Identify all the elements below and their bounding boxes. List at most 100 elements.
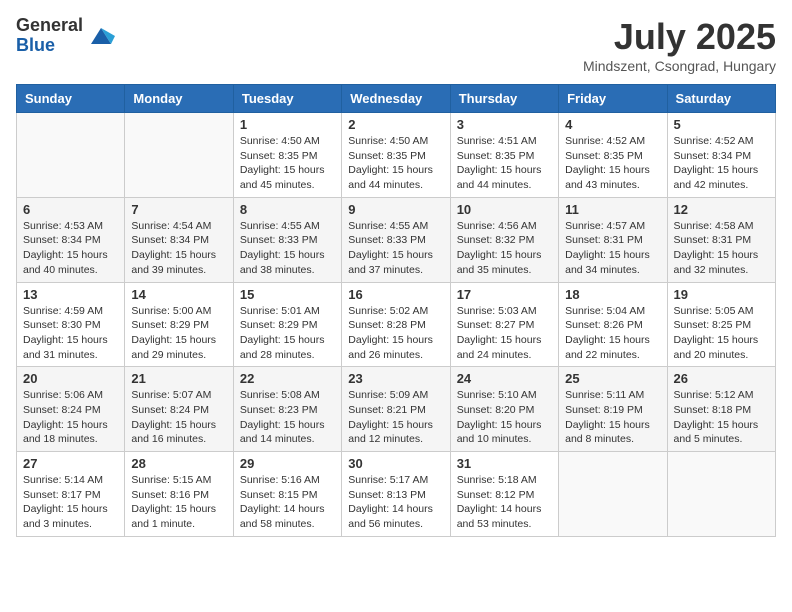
- sunrise-text: Sunrise: 5:03 AM: [457, 305, 537, 317]
- daylight-text: Daylight: 15 hours and 18 minutes.: [23, 419, 108, 446]
- calendar-cell: 28 Sunrise: 5:15 AM Sunset: 8:16 PM Dayl…: [125, 452, 233, 537]
- sunrise-text: Sunrise: 5:10 AM: [457, 389, 537, 401]
- page-header: General Blue July 2025 Mindszent, Csongr…: [16, 16, 776, 74]
- day-number: 30: [348, 456, 443, 471]
- day-number: 27: [23, 456, 118, 471]
- day-number: 12: [674, 202, 769, 217]
- day-info: Sunrise: 5:01 AM Sunset: 8:29 PM Dayligh…: [240, 304, 335, 363]
- sunset-text: Sunset: 8:35 PM: [240, 150, 318, 162]
- calendar-cell: 14 Sunrise: 5:00 AM Sunset: 8:29 PM Dayl…: [125, 282, 233, 367]
- day-info: Sunrise: 4:55 AM Sunset: 8:33 PM Dayligh…: [240, 219, 335, 278]
- day-number: 6: [23, 202, 118, 217]
- day-info: Sunrise: 5:11 AM Sunset: 8:19 PM Dayligh…: [565, 388, 660, 447]
- calendar-cell: 8 Sunrise: 4:55 AM Sunset: 8:33 PM Dayli…: [233, 197, 341, 282]
- day-info: Sunrise: 5:18 AM Sunset: 8:12 PM Dayligh…: [457, 473, 552, 532]
- calendar-cell: 25 Sunrise: 5:11 AM Sunset: 8:19 PM Dayl…: [559, 367, 667, 452]
- day-info: Sunrise: 5:10 AM Sunset: 8:20 PM Dayligh…: [457, 388, 552, 447]
- sunset-text: Sunset: 8:16 PM: [131, 489, 209, 501]
- day-number: 1: [240, 117, 335, 132]
- day-info: Sunrise: 4:57 AM Sunset: 8:31 PM Dayligh…: [565, 219, 660, 278]
- calendar-cell: 30 Sunrise: 5:17 AM Sunset: 8:13 PM Dayl…: [342, 452, 450, 537]
- sunrise-text: Sunrise: 5:14 AM: [23, 474, 103, 486]
- sunrise-text: Sunrise: 5:07 AM: [131, 389, 211, 401]
- calendar-cell: 24 Sunrise: 5:10 AM Sunset: 8:20 PM Dayl…: [450, 367, 558, 452]
- daylight-text: Daylight: 15 hours and 29 minutes.: [131, 334, 216, 361]
- calendar-cell: 18 Sunrise: 5:04 AM Sunset: 8:26 PM Dayl…: [559, 282, 667, 367]
- daylight-text: Daylight: 15 hours and 5 minutes.: [674, 419, 759, 446]
- day-info: Sunrise: 5:05 AM Sunset: 8:25 PM Dayligh…: [674, 304, 769, 363]
- sunrise-text: Sunrise: 4:50 AM: [240, 135, 320, 147]
- day-number: 29: [240, 456, 335, 471]
- day-number: 18: [565, 287, 660, 302]
- sunset-text: Sunset: 8:24 PM: [131, 404, 209, 416]
- calendar-cell: 4 Sunrise: 4:52 AM Sunset: 8:35 PM Dayli…: [559, 113, 667, 198]
- sunset-text: Sunset: 8:13 PM: [348, 489, 426, 501]
- sunrise-text: Sunrise: 5:05 AM: [674, 305, 754, 317]
- calendar-cell: 11 Sunrise: 4:57 AM Sunset: 8:31 PM Dayl…: [559, 197, 667, 282]
- calendar-cell: 19 Sunrise: 5:05 AM Sunset: 8:25 PM Dayl…: [667, 282, 775, 367]
- day-number: 10: [457, 202, 552, 217]
- day-number: 11: [565, 202, 660, 217]
- day-number: 17: [457, 287, 552, 302]
- day-number: 7: [131, 202, 226, 217]
- day-number: 4: [565, 117, 660, 132]
- daylight-text: Daylight: 15 hours and 1 minute.: [131, 503, 216, 530]
- calendar-cell: 23 Sunrise: 5:09 AM Sunset: 8:21 PM Dayl…: [342, 367, 450, 452]
- calendar-cell: [559, 452, 667, 537]
- daylight-text: Daylight: 15 hours and 12 minutes.: [348, 419, 433, 446]
- calendar-cell: 13 Sunrise: 4:59 AM Sunset: 8:30 PM Dayl…: [17, 282, 125, 367]
- sunset-text: Sunset: 8:24 PM: [23, 404, 101, 416]
- day-info: Sunrise: 5:07 AM Sunset: 8:24 PM Dayligh…: [131, 388, 226, 447]
- sunrise-text: Sunrise: 5:08 AM: [240, 389, 320, 401]
- day-header-tuesday: Tuesday: [233, 85, 341, 113]
- day-info: Sunrise: 4:52 AM Sunset: 8:35 PM Dayligh…: [565, 134, 660, 193]
- sunset-text: Sunset: 8:18 PM: [674, 404, 752, 416]
- day-info: Sunrise: 5:00 AM Sunset: 8:29 PM Dayligh…: [131, 304, 226, 363]
- calendar-cell: [125, 113, 233, 198]
- day-info: Sunrise: 4:50 AM Sunset: 8:35 PM Dayligh…: [348, 134, 443, 193]
- sunrise-text: Sunrise: 4:51 AM: [457, 135, 537, 147]
- sunrise-text: Sunrise: 4:52 AM: [674, 135, 754, 147]
- daylight-text: Daylight: 15 hours and 16 minutes.: [131, 419, 216, 446]
- sunrise-text: Sunrise: 5:17 AM: [348, 474, 428, 486]
- calendar-week-4: 20 Sunrise: 5:06 AM Sunset: 8:24 PM Dayl…: [17, 367, 776, 452]
- day-info: Sunrise: 5:03 AM Sunset: 8:27 PM Dayligh…: [457, 304, 552, 363]
- calendar-cell: 27 Sunrise: 5:14 AM Sunset: 8:17 PM Dayl…: [17, 452, 125, 537]
- calendar-week-5: 27 Sunrise: 5:14 AM Sunset: 8:17 PM Dayl…: [17, 452, 776, 537]
- sunset-text: Sunset: 8:34 PM: [674, 150, 752, 162]
- daylight-text: Daylight: 15 hours and 39 minutes.: [131, 249, 216, 276]
- daylight-text: Daylight: 14 hours and 56 minutes.: [348, 503, 433, 530]
- day-info: Sunrise: 4:56 AM Sunset: 8:32 PM Dayligh…: [457, 219, 552, 278]
- calendar-cell: 26 Sunrise: 5:12 AM Sunset: 8:18 PM Dayl…: [667, 367, 775, 452]
- sunrise-text: Sunrise: 5:15 AM: [131, 474, 211, 486]
- sunrise-text: Sunrise: 5:11 AM: [565, 389, 644, 401]
- day-number: 5: [674, 117, 769, 132]
- daylight-text: Daylight: 15 hours and 24 minutes.: [457, 334, 542, 361]
- day-info: Sunrise: 4:50 AM Sunset: 8:35 PM Dayligh…: [240, 134, 335, 193]
- sunset-text: Sunset: 8:32 PM: [457, 234, 535, 246]
- sunset-text: Sunset: 8:31 PM: [565, 234, 643, 246]
- day-info: Sunrise: 4:54 AM Sunset: 8:34 PM Dayligh…: [131, 219, 226, 278]
- calendar-week-2: 6 Sunrise: 4:53 AM Sunset: 8:34 PM Dayli…: [17, 197, 776, 282]
- month-title: July 2025: [583, 16, 776, 58]
- day-number: 22: [240, 371, 335, 386]
- calendar-table: SundayMondayTuesdayWednesdayThursdayFrid…: [16, 84, 776, 537]
- day-info: Sunrise: 4:58 AM Sunset: 8:31 PM Dayligh…: [674, 219, 769, 278]
- sunset-text: Sunset: 8:26 PM: [565, 319, 643, 331]
- calendar-cell: 1 Sunrise: 4:50 AM Sunset: 8:35 PM Dayli…: [233, 113, 341, 198]
- sunset-text: Sunset: 8:29 PM: [240, 319, 318, 331]
- calendar-cell: 16 Sunrise: 5:02 AM Sunset: 8:28 PM Dayl…: [342, 282, 450, 367]
- day-number: 23: [348, 371, 443, 386]
- daylight-text: Daylight: 14 hours and 58 minutes.: [240, 503, 325, 530]
- day-info: Sunrise: 4:55 AM Sunset: 8:33 PM Dayligh…: [348, 219, 443, 278]
- sunrise-text: Sunrise: 5:00 AM: [131, 305, 211, 317]
- day-number: 26: [674, 371, 769, 386]
- day-number: 21: [131, 371, 226, 386]
- calendar-cell: 6 Sunrise: 4:53 AM Sunset: 8:34 PM Dayli…: [17, 197, 125, 282]
- day-info: Sunrise: 5:12 AM Sunset: 8:18 PM Dayligh…: [674, 388, 769, 447]
- calendar-cell: 12 Sunrise: 4:58 AM Sunset: 8:31 PM Dayl…: [667, 197, 775, 282]
- sunrise-text: Sunrise: 4:50 AM: [348, 135, 428, 147]
- calendar-week-3: 13 Sunrise: 4:59 AM Sunset: 8:30 PM Dayl…: [17, 282, 776, 367]
- daylight-text: Daylight: 15 hours and 43 minutes.: [565, 164, 650, 191]
- day-header-monday: Monday: [125, 85, 233, 113]
